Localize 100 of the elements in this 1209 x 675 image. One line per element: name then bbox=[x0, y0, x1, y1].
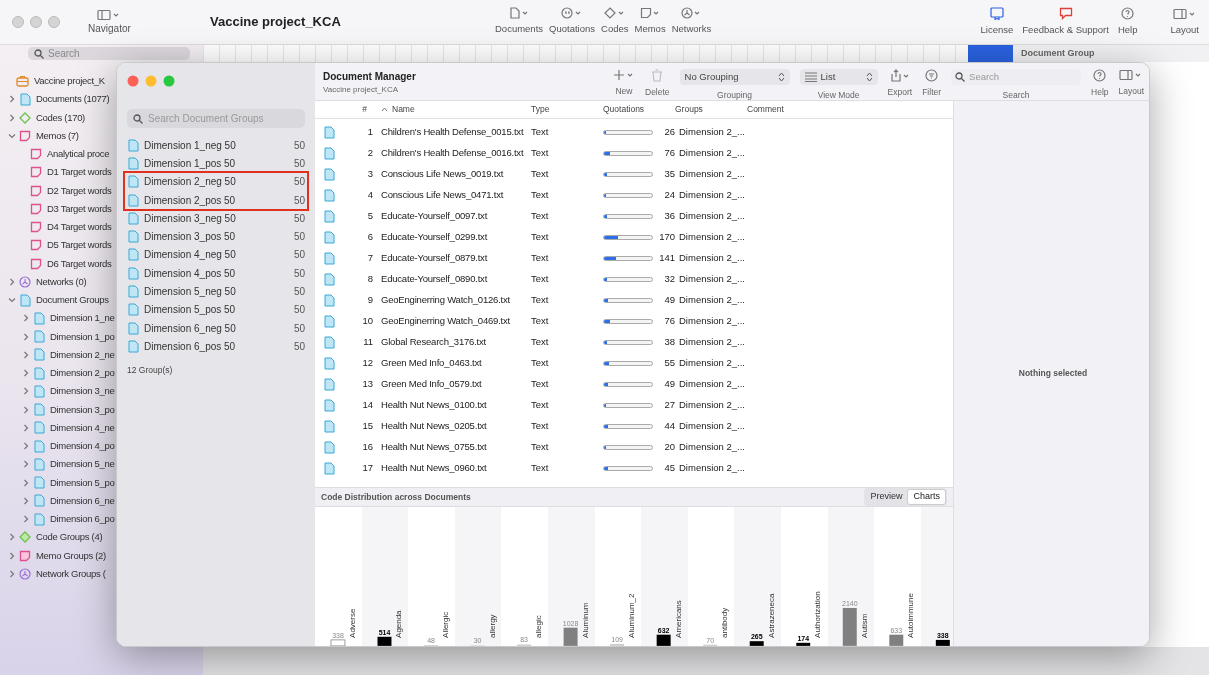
tree-item[interactable]: Dimension 3_ne bbox=[22, 382, 115, 401]
column-header[interactable]: Groups bbox=[675, 103, 747, 116]
table-cell-text: 9 bbox=[366, 293, 373, 308]
group-item[interactable]: Dimension 6_neg 50 50 bbox=[125, 318, 307, 338]
toolbar-button[interactable]: Delete bbox=[645, 69, 670, 99]
table-row[interactable]: 1 Children's Health Defense_0015.txt Text 26 Dimension 2_... bbox=[315, 122, 953, 143]
table-row[interactable]: 8 Educate-Yourself_0890.txt Text 32 Dimension 2_... bbox=[315, 269, 953, 290]
tree-item[interactable]: Dimension 3_po bbox=[22, 400, 115, 419]
tree-item[interactable]: Networks (0) bbox=[8, 272, 87, 291]
table-row[interactable]: 11 Global Research_3176.txt Text 38 Dimension 2_... bbox=[315, 332, 953, 353]
document-icon bbox=[33, 512, 45, 526]
table-row[interactable]: 12 Green Med Info_0463.txt Text 55 Dimension 2_... bbox=[315, 353, 953, 374]
table-row[interactable]: 5 Educate-Yourself_0097.txt Text 36 Dimension 2_... bbox=[315, 206, 953, 227]
toolbar-button[interactable]: Export bbox=[887, 69, 913, 99]
table-row[interactable]: 9 GeoEnginerring Watch_0126.txt Text 49 Dimension 2_... bbox=[315, 290, 953, 311]
tree-item[interactable]: Memos (7) bbox=[8, 126, 79, 145]
toolbar-button[interactable]: Filter bbox=[922, 69, 942, 99]
toolbar-button[interactable]: New bbox=[613, 69, 635, 98]
grouping-select[interactable]: No Grouping bbox=[679, 69, 790, 85]
toolbar-button[interactable]: Networks bbox=[671, 7, 712, 37]
tree-item[interactable]: D2 Target words bbox=[30, 181, 112, 200]
memo-icon bbox=[30, 239, 42, 252]
tree-item[interactable]: Memo Groups (2) bbox=[8, 546, 106, 565]
tree-item[interactable]: Dimension 5_po bbox=[22, 473, 115, 492]
table-row[interactable]: 17 Health Nut News_0960.txt Text 45 Dimension 2_... bbox=[315, 458, 953, 479]
column-header[interactable]: Quotations bbox=[603, 103, 675, 116]
table-row[interactable]: 2 Children's Health Defense_0016.txt Text 76 Dimension 2_... bbox=[315, 143, 953, 164]
group-item[interactable]: Dimension 4_pos 50 50 bbox=[125, 264, 307, 283]
list-icon bbox=[804, 72, 817, 82]
panel-subtitle: Vaccine project_KCA bbox=[323, 84, 399, 96]
tree-item[interactable]: Dimension 4_ne bbox=[22, 418, 115, 437]
table-cell-text: Dimension 2_... bbox=[678, 398, 746, 413]
table-row[interactable]: 3 Conscious Life News_0019.txt Text 35 Dimension 2_... bbox=[315, 164, 953, 185]
group-item[interactable]: Dimension 3_neg 50 50 bbox=[125, 209, 307, 228]
tree-item[interactable]: D4 Target words bbox=[30, 218, 112, 237]
bar bbox=[563, 627, 578, 646]
table-row[interactable]: 10 GeoEnginerring Watch_0469.txt Text 76 Dimension 2_... bbox=[315, 311, 953, 332]
document-icon bbox=[127, 248, 139, 262]
tree-item[interactable]: D1 Target words bbox=[30, 163, 112, 182]
toolbar-button[interactable]: Memos bbox=[634, 7, 666, 37]
view-mode-select[interactable]: List bbox=[799, 69, 878, 85]
table-row[interactable]: 15 Health Nut News_0205.txt Text 44 Dimension 2_... bbox=[315, 416, 953, 437]
tree-item[interactable]: Document Groups bbox=[8, 291, 109, 310]
table-row[interactable]: 6 Educate-Yourself_0299.txt Text 170 Dimension 2_... bbox=[315, 227, 953, 248]
tree-item[interactable]: Vaccine project_K bbox=[16, 72, 105, 91]
category-label: Americans bbox=[673, 600, 683, 638]
group-item[interactable]: Dimension 1_pos 50 50 bbox=[125, 154, 307, 173]
group-item[interactable]: Dimension 4_neg 50 50 bbox=[125, 245, 307, 265]
tree-item[interactable]: Dimension 6_po bbox=[22, 510, 115, 529]
toolbar-button[interactable]: Feedback & Support bbox=[1022, 6, 1109, 38]
table-row[interactable]: 16 Health Nut News_0755.txt Text 20 Dimension 2_... bbox=[315, 437, 953, 458]
segment-tab[interactable]: Charts bbox=[907, 489, 946, 505]
tree-item[interactable]: Code Groups (4) bbox=[8, 528, 103, 547]
tree-item[interactable]: Dimension 1_po bbox=[22, 327, 115, 346]
tree-item[interactable]: Documents (1077) bbox=[8, 90, 110, 109]
column-header[interactable]: Name bbox=[373, 103, 531, 116]
table-row[interactable]: 4 Conscious Life News_0471.txt Text 24 Dimension 2_... bbox=[315, 185, 953, 206]
group-item[interactable]: Dimension 2_pos 50 50 bbox=[125, 190, 307, 210]
navigator-button[interactable]: Navigator bbox=[88, 8, 131, 36]
toolbar-label: Search bbox=[1002, 89, 1030, 102]
group-item[interactable]: Dimension 3_pos 50 50 bbox=[125, 227, 307, 246]
table-cell-text: 16 bbox=[361, 440, 373, 455]
column-header[interactable]: Comment bbox=[747, 103, 953, 116]
tree-item[interactable]: Dimension 2_ne bbox=[22, 345, 115, 364]
toolbar-button[interactable]: Help bbox=[1117, 6, 1138, 38]
table-row[interactable]: 13 Green Med Info_0579.txt Text 49 Dimension 2_... bbox=[315, 374, 953, 395]
table-row[interactable]: 7 Educate-Yourself_0879.txt Text 141 Dimension 2_... bbox=[315, 248, 953, 269]
tree-item[interactable]: Dimension 2_po bbox=[22, 364, 115, 383]
plus-icon bbox=[613, 69, 635, 81]
toolbar-button[interactable]: Layout bbox=[1170, 7, 1199, 38]
tree-item[interactable]: D3 Target words bbox=[30, 199, 112, 218]
toolbar-button[interactable]: Codes bbox=[601, 7, 629, 37]
tree-item[interactable]: Analytical proce bbox=[30, 145, 110, 164]
column-header[interactable]: Type bbox=[531, 103, 603, 116]
tree-item[interactable]: D5 Target words bbox=[30, 236, 112, 255]
tree-item[interactable]: Dimension 5_ne bbox=[22, 455, 115, 474]
toolbar-button[interactable]: Documents bbox=[495, 7, 544, 37]
table-cell-text: 76 bbox=[663, 146, 675, 161]
group-item[interactable]: Dimension 1_neg 50 50 bbox=[125, 136, 307, 155]
table-row[interactable]: 14 Health Nut News_0100.txt Text 27 Dimension 2_... bbox=[315, 395, 953, 416]
group-item[interactable]: Dimension 6_pos 50 50 bbox=[125, 337, 307, 356]
group-item[interactable]: Dimension 2_neg 50 50 bbox=[125, 172, 307, 191]
toolbar-button[interactable]: Layout bbox=[1118, 69, 1145, 98]
group-count: 12 Group(s) bbox=[127, 363, 174, 377]
toolbar-button[interactable]: License bbox=[980, 6, 1014, 38]
document-icon bbox=[323, 126, 335, 139]
segment-tab[interactable]: Preview bbox=[865, 489, 908, 505]
tree-item[interactable]: Codes (170) bbox=[8, 108, 85, 127]
help-icon bbox=[1121, 6, 1135, 20]
tree-item[interactable]: Dimension 1_ne bbox=[22, 309, 115, 328]
toolbar-button[interactable]: Help bbox=[1091, 69, 1109, 99]
tree-item[interactable]: Network Groups ( bbox=[8, 564, 106, 583]
column-header[interactable]: # bbox=[343, 103, 373, 116]
group-item[interactable]: Dimension 5_pos 50 50 bbox=[125, 300, 307, 319]
table-cell-text: 12 bbox=[361, 356, 373, 371]
tree-item[interactable]: D6 Target words bbox=[30, 254, 112, 273]
tree-item[interactable]: Dimension 6_ne bbox=[22, 491, 115, 510]
toolbar-button[interactable]: Quotations bbox=[549, 7, 595, 37]
group-item[interactable]: Dimension 5_neg 50 50 bbox=[125, 282, 307, 301]
tree-item[interactable]: Dimension 4_po bbox=[22, 437, 115, 456]
